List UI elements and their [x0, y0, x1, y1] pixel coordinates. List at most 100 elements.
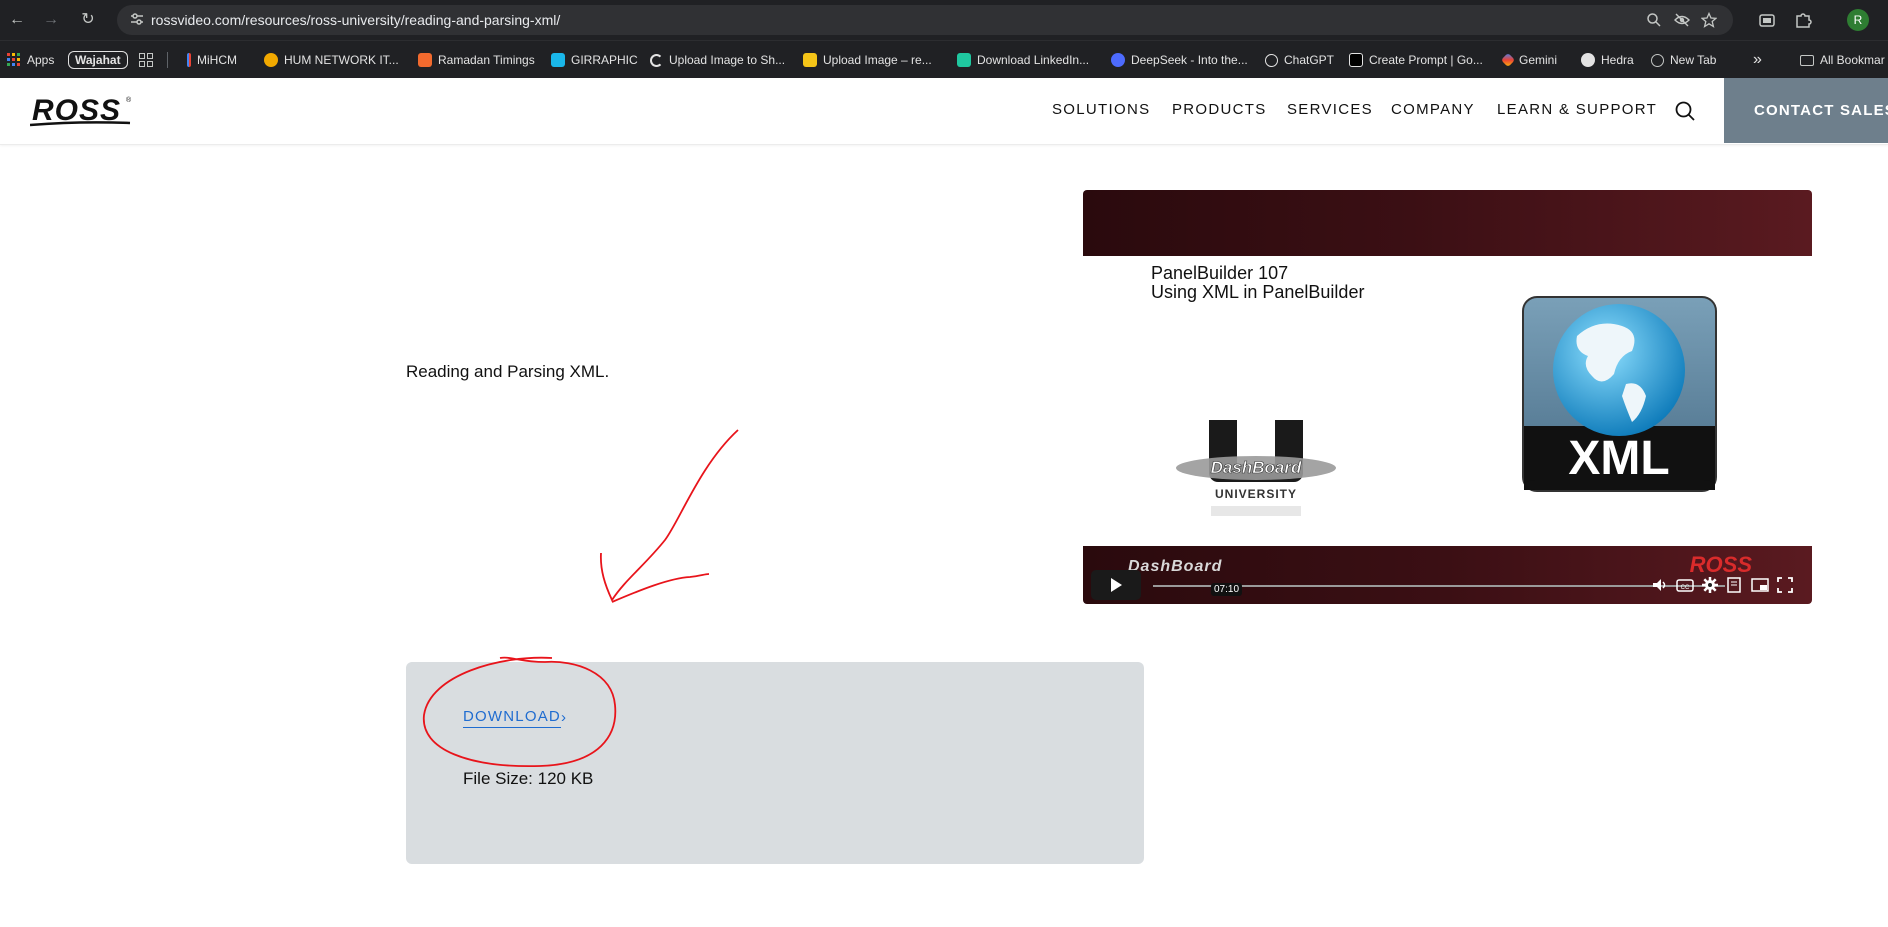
search-icon[interactable] — [1674, 100, 1696, 122]
annotation-arrow — [599, 429, 739, 602]
browser-toolbar: ← → ↻ rossvideo.com/resources/ross-unive… — [0, 0, 1888, 40]
folder-icon — [1800, 54, 1814, 66]
video-title-line2: Using XML in PanelBuilder — [1151, 282, 1365, 302]
c-icon — [650, 53, 663, 67]
apps-grid-icon — [7, 53, 20, 66]
forward-icon[interactable]: → — [41, 10, 61, 30]
annotation-arrow-head — [611, 573, 710, 603]
tab-groups-button[interactable] — [139, 41, 153, 79]
svg-text:CC: CC — [1681, 585, 1690, 591]
video-player[interactable]: PanelBuilder 107 Using XML in PanelBuild… — [1083, 190, 1812, 604]
site-header: ROSS ® SOLUTIONS PRODUCTS SERVICES COMPA… — [0, 78, 1888, 145]
resource-description: Reading and Parsing XML. — [406, 362, 610, 381]
download-link[interactable]: DOWNLOAD — [463, 708, 561, 728]
zoom-icon[interactable] — [1646, 12, 1662, 28]
tab-groups-icon — [139, 53, 153, 67]
bookmark-label: Wajahat — [68, 51, 128, 69]
bookmark-label: Gemini — [1519, 53, 1558, 67]
hedra-icon — [1581, 53, 1595, 67]
bookmark-download-linkedin[interactable]: Download LinkedIn... — [957, 41, 1089, 79]
fullscreen-icon[interactable] — [1776, 576, 1794, 594]
bookmark-label: Apps — [27, 53, 55, 67]
video-time: 07:10 — [1211, 583, 1243, 596]
bookmark-gemini[interactable]: Gemini — [1500, 41, 1558, 79]
play-icon — [1111, 578, 1122, 592]
university-logo-text: UNIVERSITY — [1215, 487, 1297, 501]
bookmark-label: New Tab — [1670, 53, 1717, 67]
extensions-puzzle-icon[interactable] — [1793, 10, 1813, 30]
bookmark-girraphic[interactable]: GIRRAPHIC — [551, 41, 638, 79]
bookmark-label: Download LinkedIn... — [977, 53, 1090, 67]
deepseek-icon — [1111, 53, 1125, 67]
nav-learn-support[interactable]: LEARN & SUPPORT — [1497, 78, 1657, 142]
url-text[interactable]: rossvideo.com/resources/ross-university/… — [151, 5, 560, 35]
bookmark-label: HUM NETWORK IT... — [284, 53, 399, 67]
settings-gear-icon[interactable] — [1701, 576, 1719, 594]
svg-text:®: ® — [126, 96, 132, 104]
bookmark-label: Upload Image to Sh... — [669, 53, 786, 67]
eye-slash-icon[interactable] — [1674, 12, 1690, 28]
extension-icon[interactable] — [1757, 10, 1777, 30]
file-size: File Size: 120 KB — [463, 769, 594, 788]
video-title: PanelBuilder 107 Using XML in PanelBuild… — [1151, 264, 1364, 302]
gemini-icon — [1500, 52, 1516, 68]
chatgpt-icon — [1265, 53, 1278, 67]
bookmark-label: Create Prompt | Go... — [1369, 53, 1483, 67]
prompt-icon — [1349, 53, 1363, 67]
bookmark-hedra[interactable]: Hedra — [1581, 41, 1634, 79]
bookmark-chatgpt[interactable]: ChatGPT — [1265, 41, 1334, 79]
bookmark-wajahat[interactable]: Wajahat — [68, 41, 128, 79]
bookmark-star-icon[interactable] — [1701, 12, 1717, 28]
bookmark-label: Upload Image – re... — [823, 53, 932, 67]
xml-logo-text: XML — [1568, 432, 1669, 485]
transcript-icon[interactable] — [1726, 576, 1744, 594]
bookmark-label: All Bookmar — [1820, 53, 1885, 67]
bookmark-upload-image-sh[interactable]: Upload Image to Sh... — [650, 41, 785, 79]
nav-products[interactable]: PRODUCTS — [1172, 78, 1267, 142]
bookmark-deepseek[interactable]: DeepSeek - Into the... — [1111, 41, 1248, 79]
bookmark-create-prompt[interactable]: Create Prompt | Go... — [1349, 41, 1483, 79]
nav-solutions[interactable]: SOLUTIONS — [1052, 78, 1150, 142]
more-bookmarks-chevron-icon[interactable]: » — [1753, 41, 1762, 79]
reload-icon[interactable]: ↻ — [78, 10, 98, 30]
bookmark-label: GIRRAPHIC — [571, 53, 638, 67]
bookmark-apps[interactable]: Apps — [7, 41, 54, 79]
video-progress-bar[interactable]: 07:10 — [1153, 583, 1725, 596]
play-button[interactable] — [1091, 570, 1141, 600]
bookmark-label: Hedra — [1601, 53, 1634, 67]
dashboard-logo-text: DashBoard — [1211, 458, 1302, 477]
bookmark-label: MiHCM — [197, 53, 237, 67]
dashboard-university-logo: DashBoard UNIVERSITY — [1176, 420, 1336, 516]
bookmark-new-tab[interactable]: New Tab — [1651, 41, 1716, 79]
site-info-icon[interactable] — [129, 11, 145, 27]
bookmark-upload-image-re[interactable]: Upload Image – re... — [803, 41, 932, 79]
ross-logo[interactable]: ROSS ® — [29, 92, 134, 133]
address-bar[interactable]: rossvideo.com/resources/ross-university/… — [117, 5, 1733, 35]
globe-icon — [1651, 53, 1664, 67]
bookmark-label: Ramadan Timings — [438, 53, 535, 67]
contact-sales-button[interactable]: CONTACT SALES — [1724, 78, 1888, 143]
bookmark-ramadan-timings[interactable]: Ramadan Timings — [418, 41, 535, 79]
hum-icon — [264, 53, 278, 67]
profile-avatar[interactable]: R — [1847, 9, 1869, 31]
ramadan-icon — [418, 53, 432, 67]
bookmarks-bar: Apps Wajahat MiHCM HUM NETWORK IT... Ram… — [0, 40, 1888, 78]
video-title-line1: PanelBuilder 107 — [1151, 263, 1289, 283]
captions-icon[interactable]: CC — [1676, 576, 1694, 594]
nav-services[interactable]: SERVICES — [1287, 78, 1373, 142]
vimeo-icon — [551, 53, 565, 67]
all-bookmarks-folder[interactable]: All Bookmar — [1800, 41, 1885, 79]
volume-icon[interactable] — [1651, 576, 1669, 594]
bookmark-label: DeepSeek - Into the... — [1131, 53, 1248, 67]
mihcm-icon — [187, 53, 191, 67]
nav-company[interactable]: COMPANY — [1391, 78, 1475, 142]
video-controls: 07:10 CC — [1083, 568, 1812, 602]
video-top-banner — [1083, 190, 1812, 256]
bookmark-hum-network[interactable]: HUM NETWORK IT... — [264, 41, 399, 79]
back-icon[interactable]: ← — [7, 10, 27, 30]
xml-globe-icon: XML — [1522, 296, 1717, 492]
shield-icon — [957, 53, 971, 67]
bookmark-mihcm[interactable]: MiHCM — [187, 41, 237, 79]
chevron-right-icon[interactable]: › — [561, 709, 566, 726]
picture-in-picture-icon[interactable] — [1751, 576, 1769, 594]
